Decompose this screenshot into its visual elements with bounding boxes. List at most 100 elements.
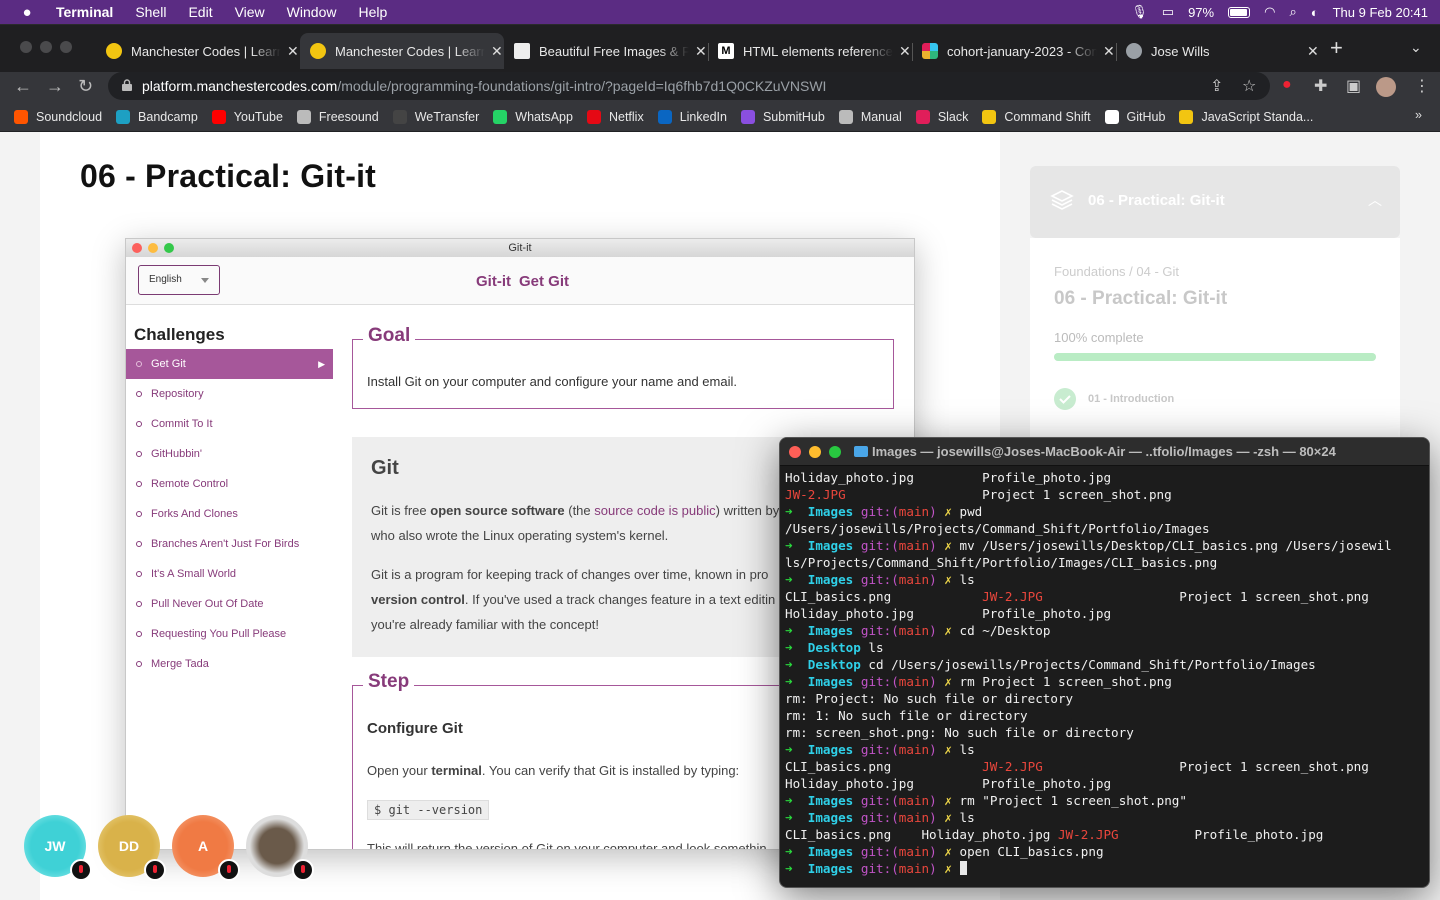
menu-app-name[interactable]: Terminal: [56, 4, 113, 20]
terminal-zoom-button[interactable]: [829, 446, 841, 458]
participant-avatar[interactable]: DD: [98, 815, 166, 881]
terminal-line: ➜ Images git:(main) ✗ pwd: [785, 504, 983, 519]
lesson-item[interactable]: 01 - Introduction: [1054, 388, 1174, 410]
menu-edit[interactable]: Edit: [188, 4, 212, 20]
tab-title: Beautiful Free Images & Pictures: [539, 43, 689, 59]
tab-close-icon[interactable]: ✕: [1307, 43, 1319, 60]
browser-tab[interactable]: cohort-january-2023 - Command ✕: [912, 33, 1116, 69]
tab-close-icon[interactable]: ✕: [287, 43, 299, 60]
bookmark-item[interactable]: WhatsApp: [493, 109, 573, 124]
battery-icon[interactable]: [1228, 6, 1251, 18]
terminal-titlebar[interactable]: Images — josewills@Joses-MacBook-Air — .…: [780, 438, 1429, 466]
circle-icon: [136, 361, 142, 367]
window-zoom-button[interactable]: [60, 41, 72, 53]
bookmark-label: WeTransfer: [414, 109, 480, 124]
bookmark-item[interactable]: Manual: [838, 109, 902, 124]
back-arrow-icon[interactable]: ←: [14, 76, 32, 97]
macos-menubar: ● Terminal Shell Edit View Window Help 🎙…: [0, 0, 1440, 24]
browser-tab[interactable]: M HTML elements reference ✕: [708, 33, 912, 69]
participant-avatar[interactable]: A: [172, 815, 240, 881]
bookmark-item[interactable]: Soundcloud: [14, 109, 103, 124]
bookmark-item[interactable]: GitHub: [1104, 109, 1165, 124]
menu-shell[interactable]: Shell: [135, 4, 166, 20]
bookmark-item[interactable]: Freesound: [296, 109, 379, 124]
bookmark-item[interactable]: LinkedIn: [657, 109, 727, 124]
chrome-menu-icon[interactable]: ⋮: [1414, 76, 1430, 96]
menubar-clock[interactable]: Thu 9 Feb 20:41: [1333, 5, 1428, 20]
terminal-minimize-button[interactable]: [809, 446, 821, 458]
terminal-line: ➜ Images git:(main) ✗ ls: [785, 742, 975, 757]
git-paragraph-1-cont: who also wrote the Linux operating syste…: [371, 528, 669, 543]
bookmark-label: Soundcloud: [36, 109, 103, 124]
bookmark-label: SubmitHub: [762, 109, 825, 124]
forward-arrow-icon[interactable]: →: [46, 76, 64, 97]
breadcrumb: Foundations / 04 - Git: [1054, 264, 1180, 279]
bookmark-item[interactable]: Slack: [915, 109, 968, 124]
tab-close-icon[interactable]: ✕: [491, 43, 503, 60]
menu-help[interactable]: Help: [358, 4, 387, 20]
gitit-window-title: Git-it: [508, 242, 532, 254]
circle-icon: [136, 451, 142, 457]
apple-icon[interactable]: ●: [16, 4, 38, 21]
bookmark-star-icon[interactable]: ☆: [1242, 76, 1256, 96]
bookmark-item[interactable]: Command Shift: [982, 109, 1091, 124]
terminal-line: /Users/josewills/Projects/Command_Shift/…: [785, 521, 1210, 536]
spotlight-search-icon[interactable]: ⌕: [1289, 4, 1296, 20]
lesson-sidebar-header[interactable]: 06 - Practical: Git-it ︿: [1030, 166, 1400, 238]
bookmark-item[interactable]: JavaScript Standa...: [1179, 109, 1313, 124]
tab-close-icon[interactable]: ✕: [1103, 43, 1115, 60]
control-center-icon[interactable]: ◐: [1311, 5, 1319, 20]
menu-window[interactable]: Window: [287, 4, 337, 20]
challenge-label: GitHubbin': [151, 448, 203, 460]
circle-icon: [136, 421, 142, 427]
new-tab-button[interactable]: +: [1330, 35, 1343, 61]
browser-tab[interactable]: Jose Wills ✕: [1116, 33, 1320, 69]
browser-tab-active[interactable]: Manchester Codes | Learn ✕: [300, 33, 504, 69]
participant-avatar-photo[interactable]: [246, 815, 314, 881]
bookmark-label: Netflix: [608, 109, 644, 124]
bookmark-item[interactable]: Bandcamp: [116, 109, 198, 124]
lock-icon[interactable]: [122, 79, 132, 91]
terminal-output[interactable]: Holiday_photo.jpg Profile_photo.jpg JW-2.…: [785, 469, 1425, 877]
gitit-header: English Git-it Get Git: [126, 257, 914, 305]
share-icon[interactable]: ⇪: [1210, 76, 1223, 96]
browser-tab[interactable]: Beautiful Free Images & Pictures ✕: [504, 33, 708, 69]
profile-avatar[interactable]: [1376, 77, 1396, 97]
sidebar-title: 06 - Practical: Git-it: [1054, 288, 1228, 309]
progress-fill: [1054, 353, 1376, 361]
more-bookmarks-icon[interactable]: »: [1415, 108, 1422, 122]
mic-muted-icon[interactable]: 🎙: [1131, 4, 1148, 20]
wifi-icon[interactable]: ◠: [1264, 4, 1275, 20]
address-bar[interactable]: platform.manchestercodes.com/module/prog…: [108, 72, 1270, 100]
side-panel-icon[interactable]: ▣: [1346, 76, 1361, 96]
menu-view[interactable]: View: [235, 4, 265, 20]
terminal-line: ➜ Images git:(main) ✗ ls: [785, 572, 975, 587]
tab-title: HTML elements reference: [743, 43, 893, 59]
chevron-up-icon[interactable]: ︿: [1368, 190, 1382, 210]
bookmark-item[interactable]: Netflix: [586, 109, 644, 124]
reload-icon[interactable]: ↻: [78, 76, 93, 97]
terminal-line: ➜ Images git:(main) ✗ ls: [785, 810, 975, 825]
extension-badge-icon[interactable]: ●: [1282, 76, 1292, 94]
bookmark-favicon-icon: [296, 109, 311, 124]
window-close-button[interactable]: [20, 41, 32, 53]
tab-search-chevron-icon[interactable]: ⌄: [1410, 39, 1422, 56]
tab-close-icon[interactable]: ✕: [899, 43, 911, 60]
browser-tab[interactable]: Manchester Codes | Learn ✕: [96, 33, 300, 69]
challenge-item: GitHubbin': [126, 439, 333, 469]
bookmark-item[interactable]: YouTube: [211, 109, 283, 124]
participant-avatar[interactable]: JW: [24, 815, 92, 881]
circle-icon: [136, 481, 142, 487]
bookmark-item[interactable]: WeTransfer: [392, 109, 480, 124]
bookmark-item[interactable]: SubmitHub: [740, 109, 825, 124]
terminal-window[interactable]: Images — josewills@Joses-MacBook-Air — .…: [779, 437, 1430, 888]
extensions-puzzle-icon[interactable]: ✚: [1314, 76, 1327, 96]
mic-muted-icon: [144, 859, 166, 881]
terminal-close-button[interactable]: [789, 446, 801, 458]
window-minimize-button[interactable]: [40, 41, 52, 53]
code-snippet: $ git --version: [367, 800, 490, 820]
battery-percent: 97%: [1188, 4, 1215, 20]
challenge-item: It's A Small World: [126, 559, 333, 589]
video-off-icon[interactable]: ▭: [1162, 4, 1174, 20]
tab-close-icon[interactable]: ✕: [695, 43, 707, 60]
